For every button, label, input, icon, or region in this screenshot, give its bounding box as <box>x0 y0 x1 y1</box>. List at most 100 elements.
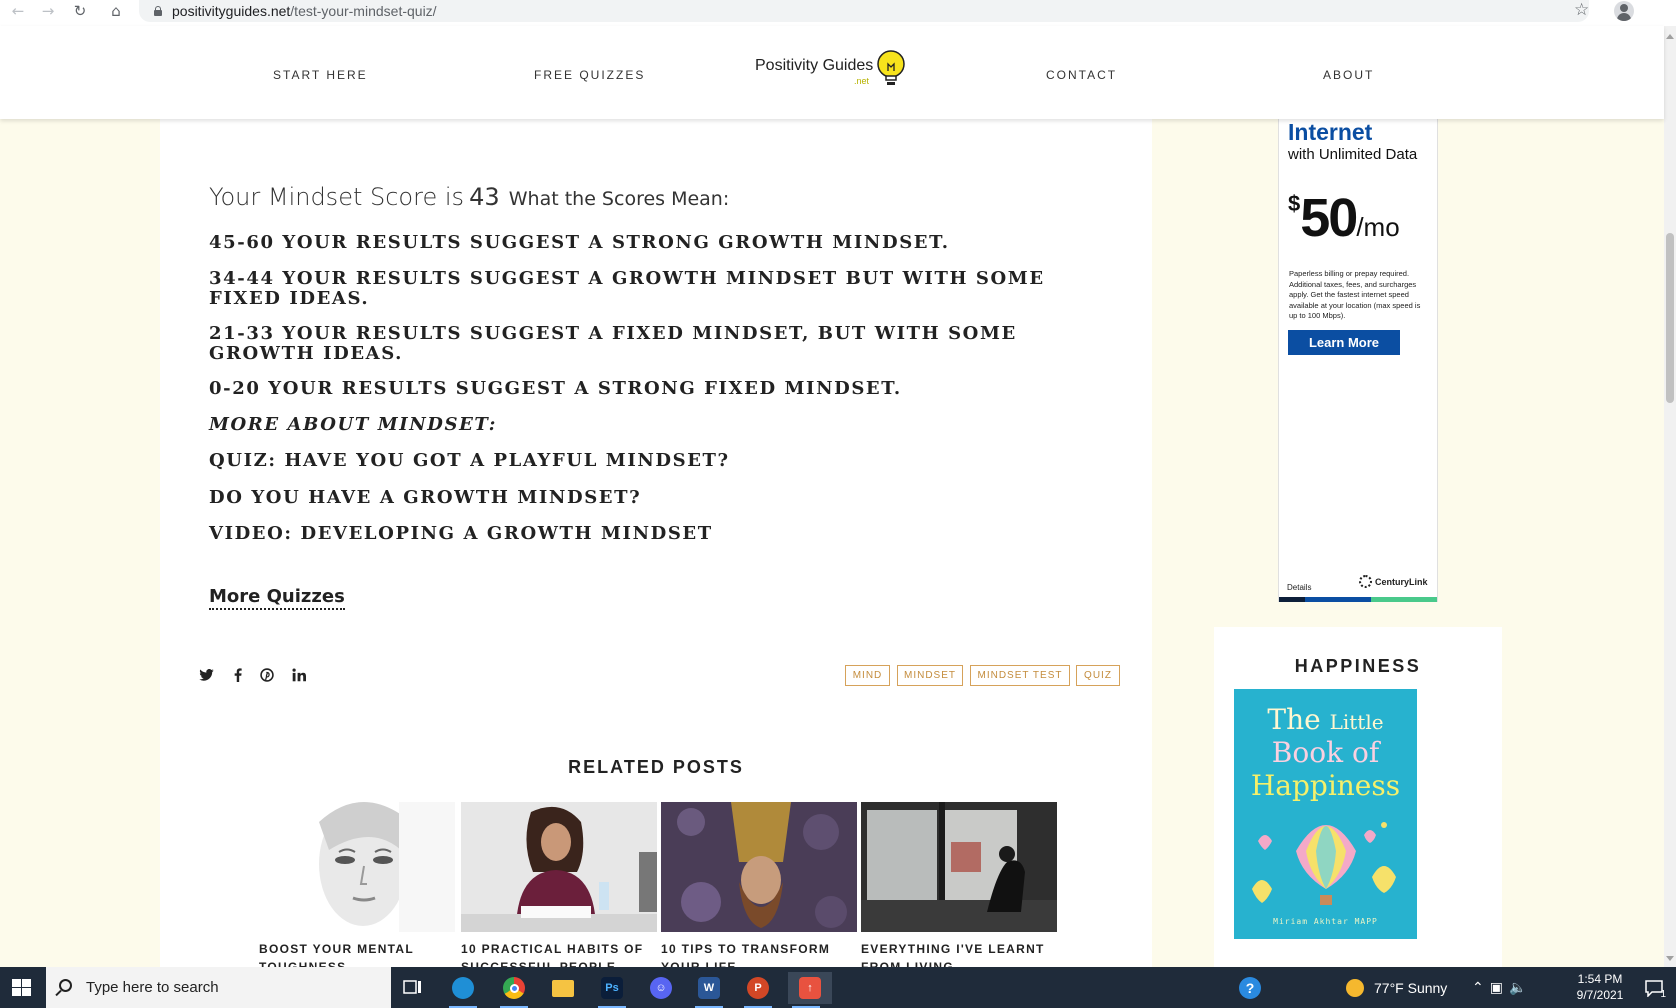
network-icon[interactable]: ▣ <box>1490 979 1509 996</box>
clock-date: 9/7/2021 <box>1576 988 1624 1002</box>
clock-time: 1:54 PM <box>1577 972 1623 986</box>
pinterest-icon[interactable] <box>257 665 277 685</box>
scrollbar-thumb[interactable] <box>1666 233 1674 403</box>
score-line: Your Mindset Score is 43 What the Scores… <box>209 183 729 211</box>
nav-contact[interactable]: CONTACT <box>1046 68 1117 82</box>
task-view-icon[interactable] <box>395 972 431 1004</box>
nav-about[interactable]: ABOUT <box>1323 68 1374 82</box>
file-explorer-icon[interactable] <box>545 972 581 1004</box>
tag-quiz[interactable]: QUIZ <box>1076 665 1120 686</box>
sun-icon <box>1346 978 1364 997</box>
post-thumbnail[interactable] <box>259 802 455 932</box>
scroll-up-icon[interactable] <box>1666 34 1674 39</box>
score-value: 43 <box>469 183 500 211</box>
weather-widget[interactable]: 77°F Sunny <box>1346 967 1447 1008</box>
windows-start-icon[interactable] <box>12 979 32 997</box>
result-range-0-20: 0-20 YOUR RESULTS SUGGEST A STRONG FIXED… <box>209 378 902 399</box>
balloons-illustration <box>1252 822 1396 905</box>
ad-details-link[interactable]: Details <box>1287 583 1311 592</box>
link-developing-video[interactable]: VIDEO: DEVELOPING A GROWTH MINDSET <box>209 524 1069 544</box>
profile-avatar-icon[interactable] <box>1614 1 1634 21</box>
widget-title: HAPPINESS <box>1294 656 1422 676</box>
linkedin-icon[interactable] <box>289 665 309 685</box>
twitter-icon[interactable] <box>196 665 216 685</box>
system-tray-icons[interactable]: ⌃ ▣ 🔈 <box>1472 967 1532 1008</box>
ad-fine-print: Paperless billing or prepay required. Ad… <box>1289 269 1421 320</box>
ad-per: /mo <box>1356 212 1400 242</box>
pinned-app-icon[interactable]: ↑ <box>788 972 832 1008</box>
taskbar-clock[interactable]: 1:54 PM 9/7/2021 <box>1565 971 1635 1003</box>
post-thumbnail[interactable] <box>861 802 1057 932</box>
ad-brand: CenturyLink <box>1359 575 1428 588</box>
powerpoint-icon[interactable]: P <box>740 972 776 1008</box>
book-title-line-1: The Little <box>1234 703 1417 736</box>
learn-more-button[interactable]: Learn More <box>1288 330 1400 355</box>
url-path: /test-your-mindset-quiz/ <box>290 3 437 19</box>
lightbulb-icon <box>877 50 905 85</box>
ad-subhead: with Unlimited Data <box>1288 146 1418 163</box>
ad-amount: 50 <box>1300 188 1358 248</box>
more-about-heading: MORE ABOUT MINDSET: <box>209 414 498 435</box>
ad-headline: Internet <box>1288 119 1373 145</box>
discord-icon[interactable]: ☺ <box>643 972 679 1004</box>
lock-icon <box>153 6 163 16</box>
weather-text: 77°F Sunny <box>1374 979 1448 996</box>
post-thumbnail[interactable] <box>461 802 657 932</box>
ad-color-bar <box>1279 597 1437 602</box>
related-post[interactable]: EVERYTHING I'VE LEARNT FROM LIVING <box>861 802 1057 976</box>
photoshop-icon[interactable]: Ps <box>594 972 630 1008</box>
logo-text: Positivity Guides <box>755 57 874 74</box>
score-label: Your Mindset Score is <box>209 183 465 211</box>
notification-count: 1 <box>1660 989 1666 1000</box>
scroll-down-icon[interactable] <box>1666 956 1674 961</box>
site-header: START HERE FREE QUIZZES Positivity Guide… <box>0 26 1664 119</box>
facebook-icon[interactable] <box>228 665 248 685</box>
related-post[interactable]: 10 PRACTICAL HABITS OF SUCCESSFUL PEOPLE <box>461 802 657 976</box>
ad-price: $50/mo <box>1288 187 1400 249</box>
arrow-left-icon[interactable]: ← <box>6 0 30 22</box>
book-title-little: Little <box>1329 710 1384 734</box>
link-growth-mindset[interactable]: DO YOU HAVE A GROWTH MINDSET? <box>209 488 1069 508</box>
tag-mindset[interactable]: MINDSET <box>897 665 963 686</box>
scores-mean-label: What the Scores Mean: <box>508 188 730 210</box>
related-posts-heading: RELATED POSTS <box>568 757 744 777</box>
tag-mind[interactable]: MIND <box>845 665 890 686</box>
happiness-widget: HAPPINESS The Little Book of Happiness M… <box>1214 627 1502 967</box>
book-title-line-2: Book of <box>1271 736 1380 769</box>
bookmark-star-icon[interactable]: ☆ <box>1574 0 1589 20</box>
related-post[interactable]: BOOST YOUR MENTAL TOUGHNESS <box>259 802 455 976</box>
tag-mindset-test[interactable]: MINDSET TEST <box>970 665 1070 686</box>
speaker-icon[interactable]: 🔈 <box>1509 979 1532 996</box>
related-post[interactable]: 10 TIPS TO TRANSFORM YOUR LIFE <box>661 802 857 976</box>
logo-suffix: .net <box>854 76 870 86</box>
home-icon[interactable]: ⌂ <box>104 0 128 22</box>
result-range-34-44: 34-44 YOUR RESULTS SUGGEST A GROWTH MIND… <box>209 268 1045 309</box>
address-bar[interactable]: positivityguides.net/test-your-mindset-q… <box>139 0 1589 22</box>
book-cover[interactable]: The Little Book of Happiness Miriam Akht… <box>1234 689 1417 939</box>
chevron-up-icon[interactable]: ⌃ <box>1472 979 1490 996</box>
taskbar-search-box[interactable]: Type here to search <box>46 967 391 1008</box>
more-quizzes-link[interactable]: More Quizzes <box>209 586 345 610</box>
arrow-right-icon[interactable]: → <box>36 0 60 22</box>
search-icon <box>59 979 72 992</box>
help-icon[interactable]: ? <box>1232 972 1268 1004</box>
url-domain: positivityguides.net <box>172 3 291 19</box>
chrome-browser-icon[interactable] <box>496 972 532 1008</box>
book-author: Miriam Akhtar MAPP <box>1273 917 1378 926</box>
ad-brand-name: CenturyLink <box>1375 576 1428 587</box>
result-range-45-60: 45-60 YOUR RESULTS SUGGEST A STRONG GROW… <box>209 232 950 253</box>
link-playful-mindset[interactable]: QUIZ: HAVE YOU GOT A PLAYFUL MINDSET? <box>209 451 1069 471</box>
windows-taskbar: Type here to search Ps ☺ W P ↑ ? 77°F Su… <box>0 967 1676 1008</box>
page-scrollbar[interactable] <box>1664 26 1676 967</box>
article-card: Your Mindset Score is 43 What the Scores… <box>160 119 1152 974</box>
nav-start-here[interactable]: START HERE <box>273 68 368 82</box>
taskbar-search-placeholder: Type here to search <box>86 979 219 996</box>
browser-toolbar: ← → ↻ ⌂ positivityguides.net/test-your-m… <box>0 0 1676 26</box>
sidebar-advertisement[interactable]: Internet with Unlimited Data $50/mo Pape… <box>1278 119 1438 602</box>
notification-icon[interactable]: 1 <box>1636 972 1672 1004</box>
nav-free-quizzes[interactable]: FREE QUIZZES <box>534 68 645 82</box>
word-icon[interactable]: W <box>691 972 727 1008</box>
reload-icon[interactable]: ↻ <box>68 0 92 22</box>
edge-browser-icon[interactable] <box>445 972 481 1008</box>
post-thumbnail[interactable] <box>661 802 857 932</box>
